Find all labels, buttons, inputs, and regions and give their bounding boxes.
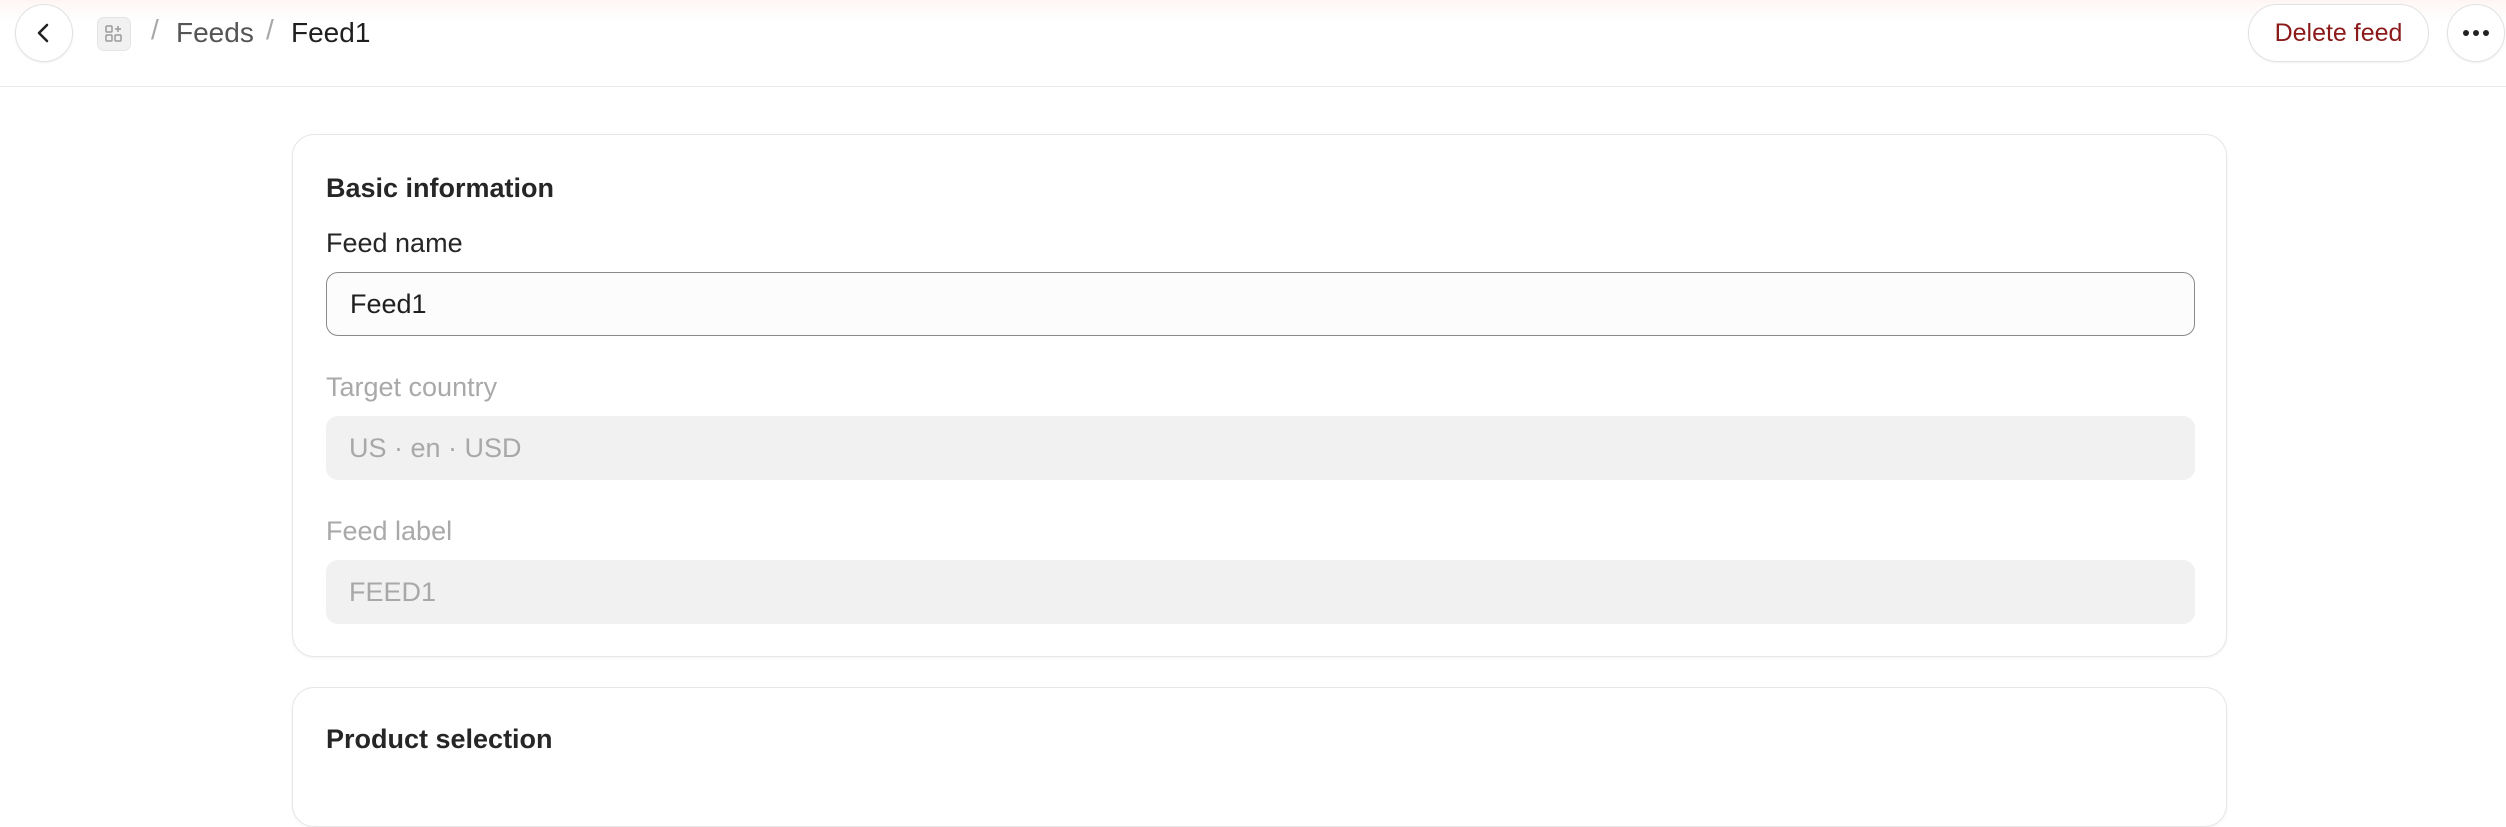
chevron-left-icon bbox=[37, 23, 49, 43]
breadcrumb-feeds-link[interactable]: Feeds bbox=[176, 16, 254, 50]
basic-information-title: Basic information bbox=[326, 173, 555, 203]
top-bar: / Feeds / Feed1 Delete feed bbox=[0, 0, 2506, 87]
product-selection-card: Product selection bbox=[292, 687, 2227, 827]
breadcrumb-separator: / bbox=[266, 14, 274, 45]
feed-label-label: Feed label bbox=[326, 516, 453, 546]
feed-name-input[interactable]: Feed1 bbox=[326, 272, 2195, 336]
product-selection-title: Product selection bbox=[326, 724, 553, 754]
more-horizontal-icon bbox=[2463, 30, 2489, 36]
more-options-button[interactable] bbox=[2447, 4, 2505, 62]
target-country-label: Target country bbox=[326, 372, 498, 402]
breadcrumb-separator: / bbox=[151, 14, 159, 45]
breadcrumb-current: Feed1 bbox=[291, 17, 371, 48]
basic-information-card: Basic information Feed name Feed1 Target… bbox=[292, 134, 2227, 657]
apps-grid-icon[interactable] bbox=[97, 17, 131, 51]
feed-name-label: Feed name bbox=[326, 228, 463, 258]
delete-feed-button[interactable]: Delete feed bbox=[2248, 4, 2429, 62]
back-button[interactable] bbox=[15, 4, 73, 62]
feed-label-field: FEED1 bbox=[326, 560, 2195, 624]
target-country-field: US · en · USD bbox=[326, 416, 2195, 480]
